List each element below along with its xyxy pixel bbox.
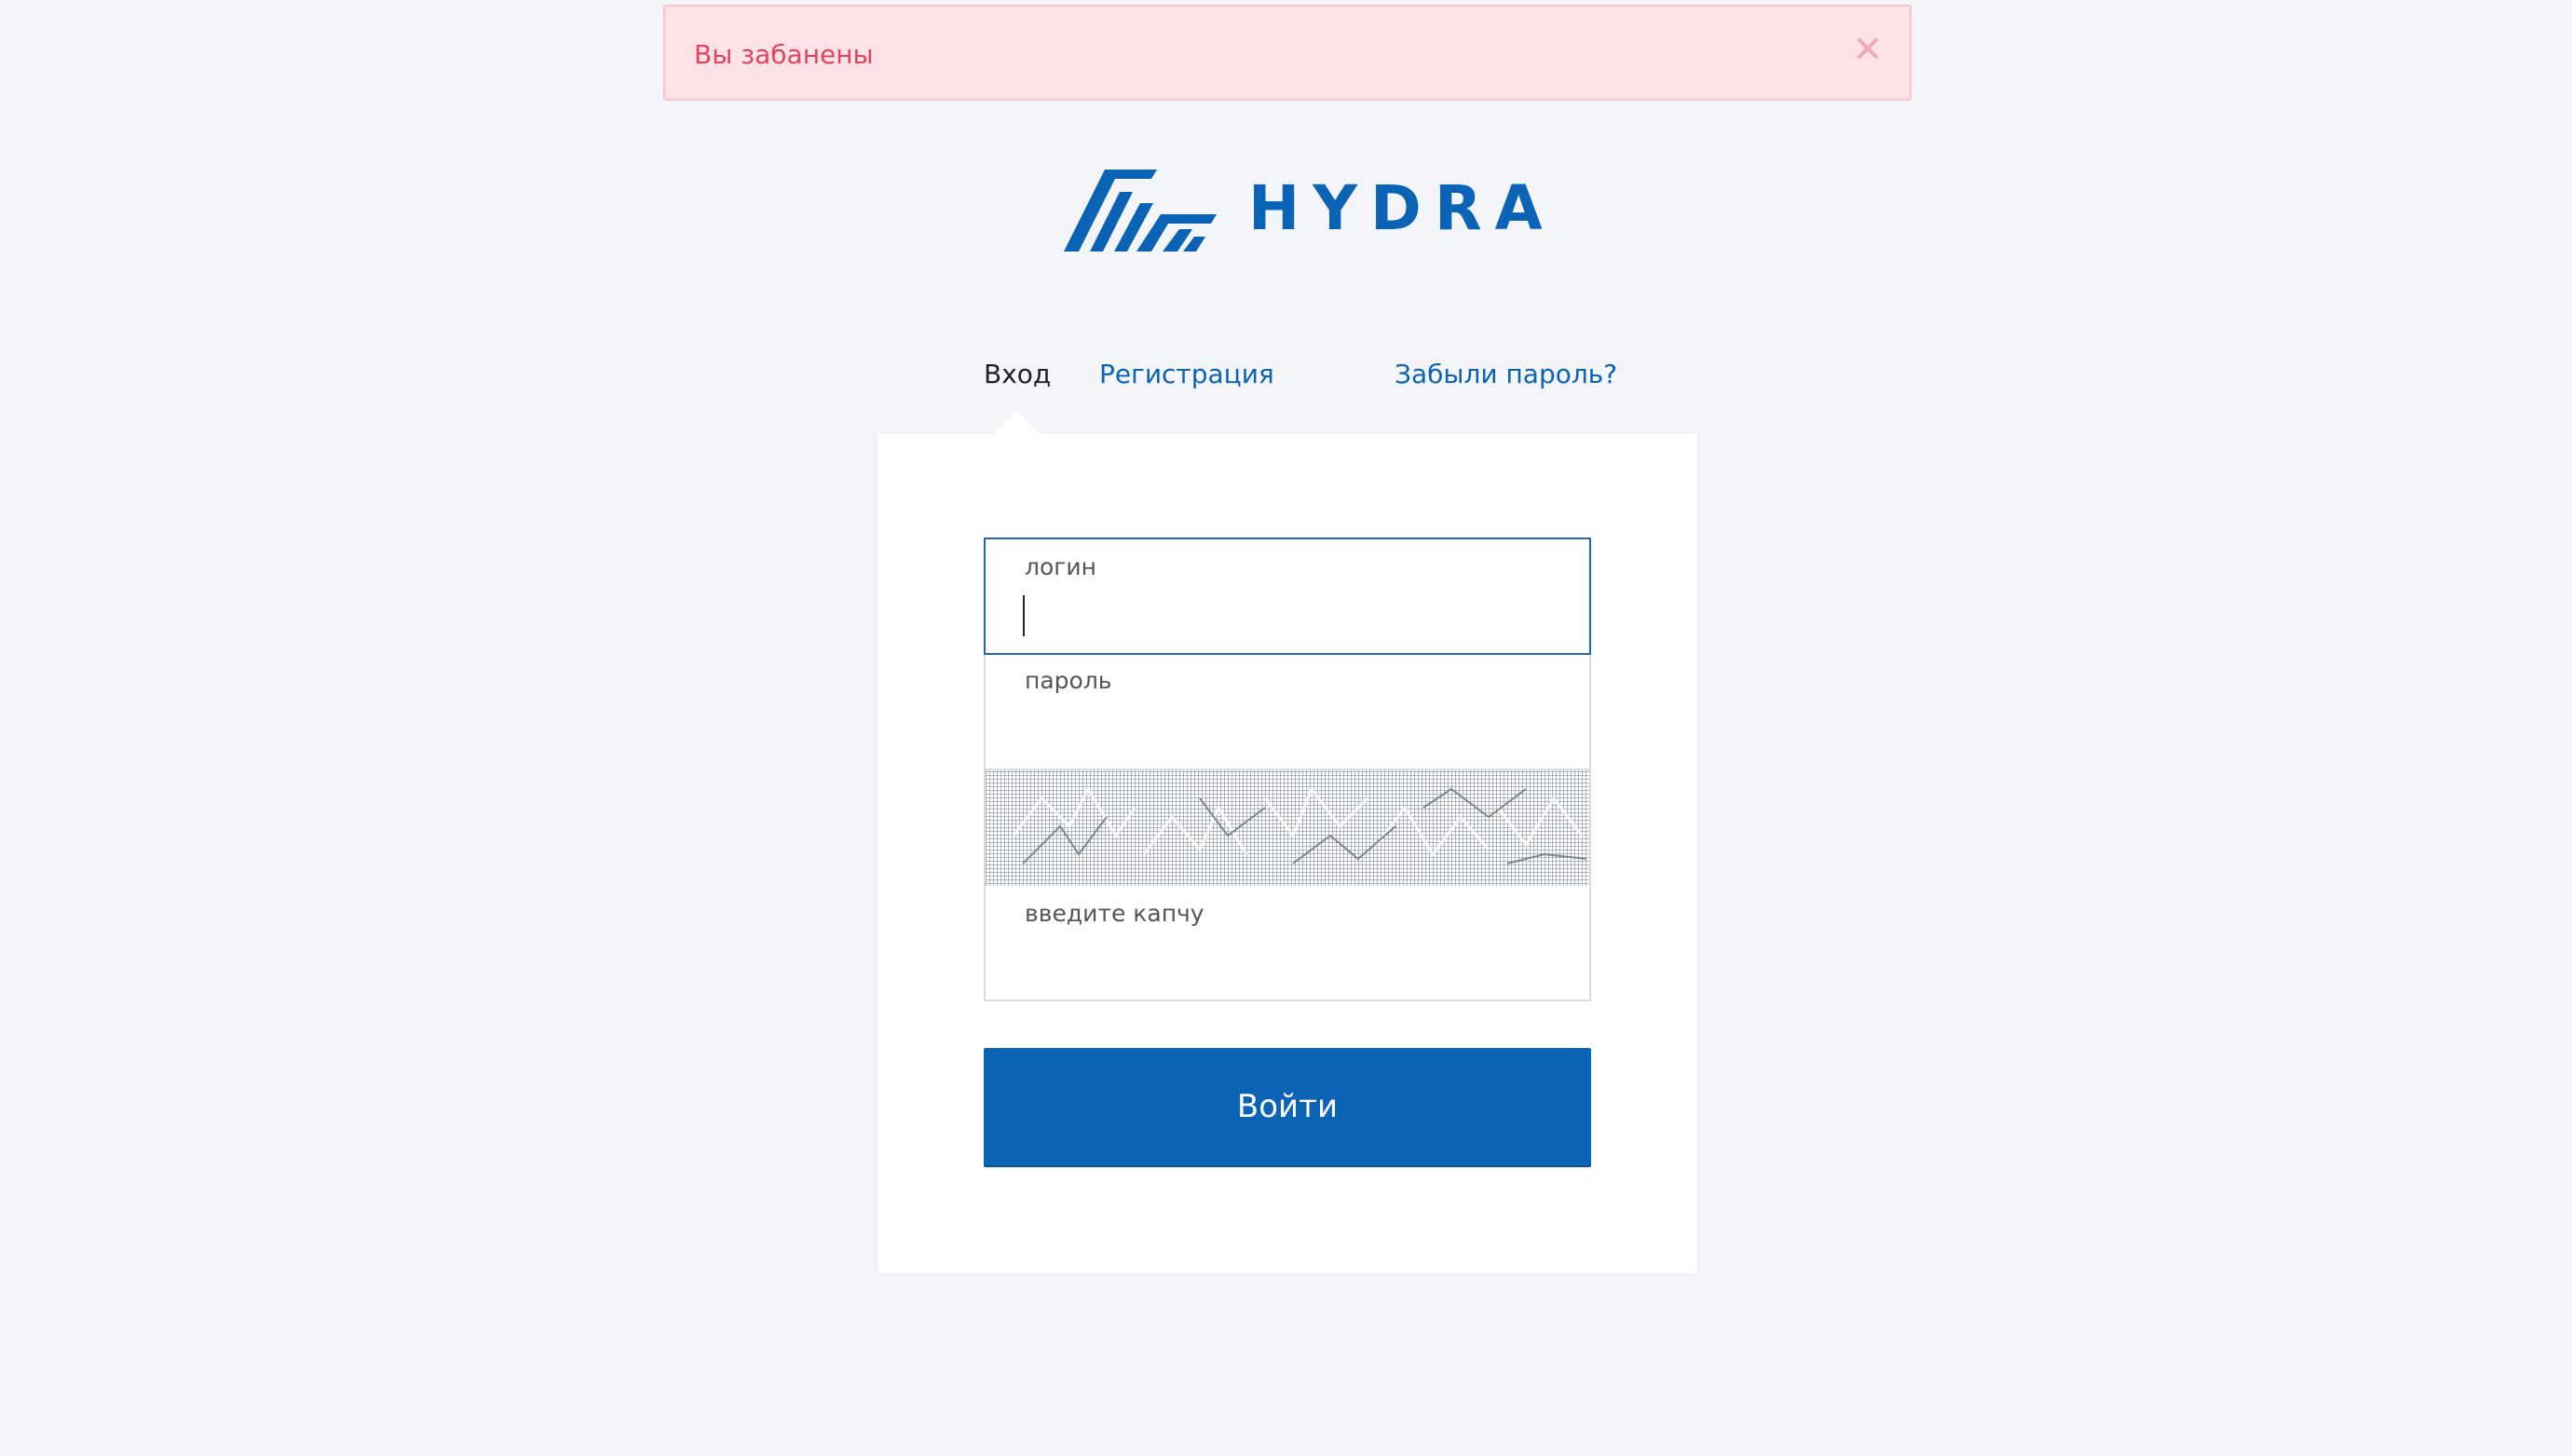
- logo-text: HYDRA: [1248, 172, 1556, 244]
- alert-message: Вы забанены: [694, 39, 874, 70]
- captcha-input[interactable]: [1023, 940, 1545, 987]
- login-input[interactable]: [1023, 593, 1545, 640]
- active-tab-pointer: [993, 410, 1040, 434]
- captcha-label: введите капчу: [1025, 900, 1204, 927]
- tab-register[interactable]: Регистрация: [1099, 356, 1274, 393]
- login-button[interactable]: Войти: [984, 1048, 1591, 1165]
- password-input[interactable]: [1023, 707, 1545, 754]
- forgot-password-link[interactable]: Забыли пароль?: [1395, 356, 1617, 393]
- error-alert: Вы забанены: [663, 5, 1912, 101]
- password-field[interactable]: пароль: [984, 653, 1591, 770]
- logo: HYDRA: [1064, 166, 1543, 254]
- login-field[interactable]: логин: [984, 537, 1591, 655]
- password-label: пароль: [1025, 667, 1112, 694]
- captcha-field[interactable]: введите капчу: [984, 886, 1591, 1001]
- login-label: логин: [1025, 553, 1097, 580]
- captcha-image[interactable]: [984, 770, 1591, 888]
- tab-login[interactable]: Вход: [984, 356, 1051, 393]
- close-icon[interactable]: [1854, 34, 1882, 62]
- text-caret: [1023, 595, 1025, 636]
- hydra-logo-icon: [1064, 166, 1217, 254]
